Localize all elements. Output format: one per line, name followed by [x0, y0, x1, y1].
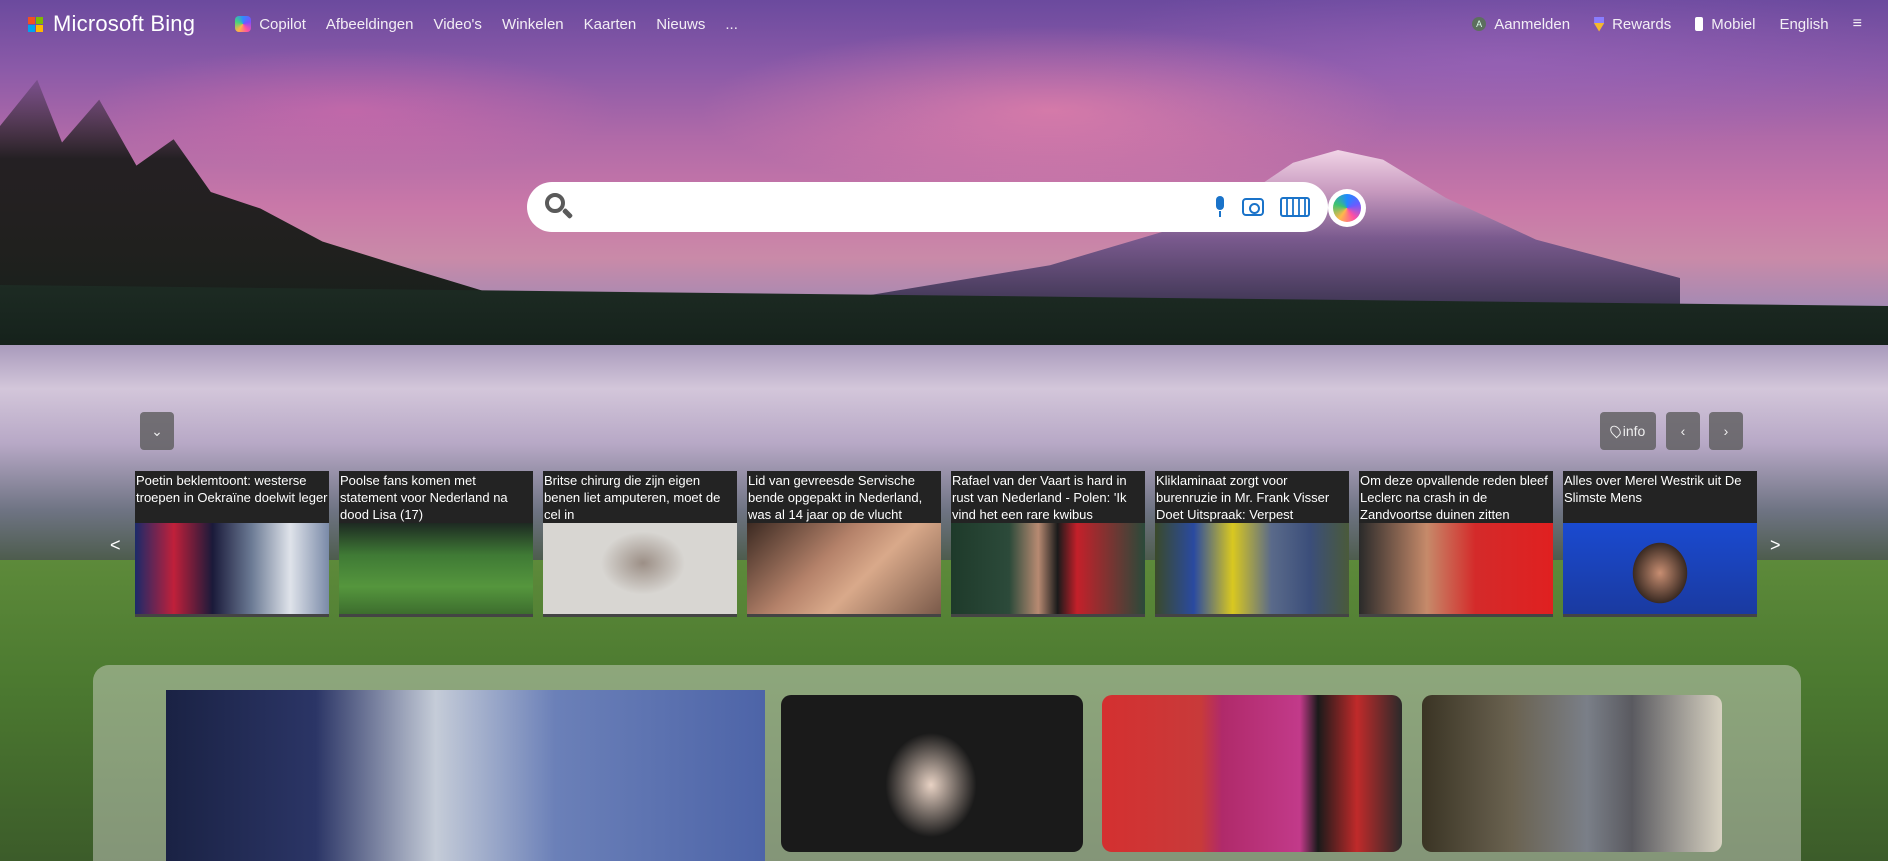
rewards-button[interactable]: Rewards: [1594, 16, 1671, 33]
carousel-prev-button[interactable]: <: [110, 535, 121, 556]
microsoft-logo-icon: [28, 16, 43, 32]
hamburger-menu-icon: ≡: [1852, 15, 1862, 32]
nav-label: Winkelen: [501, 15, 564, 33]
mobile-button[interactable]: Mobiel: [1695, 16, 1755, 33]
previous-image-button[interactable]: ‹: [1666, 412, 1700, 450]
feed-hero-image[interactable]: [166, 690, 765, 861]
carousel-next-label: >: [1770, 535, 1781, 555]
carousel-next-button[interactable]: >: [1770, 535, 1781, 556]
news-thumbnail: [1155, 523, 1349, 614]
nav-label: Copilot: [259, 15, 306, 33]
location-pin-icon: [1607, 423, 1623, 439]
nav-copilot[interactable]: Copilot: [235, 16, 306, 33]
mobile-phone-icon: [1695, 17, 1704, 31]
keyboard-icon[interactable]: [1280, 197, 1310, 217]
nav-label: Afbeeldingen: [325, 15, 414, 33]
rewards-label: Rewards: [1612, 15, 1672, 33]
news-title: Om deze opvallende reden bleef Leclerc n…: [1360, 473, 1548, 522]
news-card[interactable]: Alles over Merel Westrik uit De Slimste …: [1563, 471, 1757, 617]
news-card[interactable]: Rafael van der Vaart is hard in rust van…: [951, 471, 1145, 617]
top-header: Microsoft Bing Copilot Afbeeldingen Vide…: [0, 0, 1888, 48]
carousel-prev-label: <: [110, 535, 121, 555]
news-card[interactable]: Britse chirurg die zijn eigen benen liet…: [543, 471, 737, 617]
news-thumbnail: [543, 523, 737, 614]
nav-maps[interactable]: Kaarten: [584, 16, 637, 33]
news-thumbnail: [747, 523, 941, 614]
news-thumbnail: [1563, 523, 1757, 614]
chevron-right-icon: ›: [1723, 423, 1729, 439]
signin-label: Aanmelden: [1494, 15, 1571, 33]
menu-button[interactable]: ≡: [1853, 15, 1862, 33]
feed-card-image[interactable]: [781, 695, 1083, 852]
language-label: English: [1779, 15, 1829, 33]
user-avatar-icon: A: [1472, 17, 1487, 31]
copilot-icon: [235, 16, 252, 32]
brand-name: Microsoft Bing: [53, 11, 196, 36]
right-nav: A Aanmelden Rewards Mobiel English ≡: [1472, 15, 1862, 33]
signin-button[interactable]: A Aanmelden: [1472, 16, 1570, 33]
chevron-down-icon: ⌄: [151, 422, 163, 439]
news-title: Poolse fans komen met statement voor Ned…: [340, 473, 508, 522]
chevron-left-icon: ‹: [1680, 423, 1686, 439]
collapse-feed-button[interactable]: ⌄: [140, 412, 174, 450]
news-card[interactable]: Poetin beklemtoont: westerse troepen in …: [135, 471, 329, 617]
nav-images[interactable]: Afbeeldingen: [326, 16, 414, 33]
nav-label: ...: [725, 15, 738, 33]
news-card[interactable]: Kliklaminaat zorgt voor burenruzie in Mr…: [1155, 471, 1349, 617]
search-icon[interactable]: [541, 190, 575, 224]
search-bar: [527, 182, 1328, 232]
image-info-button[interactable]: info: [1600, 412, 1656, 450]
main-nav: Copilot Afbeeldingen Video's Winkelen Ka…: [235, 16, 738, 33]
news-title: Poetin beklemtoont: westerse troepen in …: [136, 473, 328, 505]
news-title: Rafael van der Vaart is hard in rust van…: [952, 473, 1127, 522]
language-button[interactable]: English: [1779, 16, 1828, 33]
news-card[interactable]: Om deze opvallende reden bleef Leclerc n…: [1359, 471, 1553, 617]
news-thumbnail: [135, 523, 329, 614]
news-title: Lid van gevreesde Servische bende opgepa…: [748, 473, 923, 522]
feed-card-image[interactable]: [1102, 695, 1402, 852]
copilot-logo-icon: [1333, 194, 1361, 222]
news-card[interactable]: Lid van gevreesde Servische bende opgepa…: [747, 471, 941, 617]
rewards-medal-icon: [1594, 16, 1605, 32]
nav-label: Kaarten: [583, 15, 637, 33]
nav-label: Nieuws: [656, 15, 706, 33]
next-image-button[interactable]: ›: [1709, 412, 1743, 450]
nav-shopping[interactable]: Winkelen: [502, 16, 564, 33]
nav-label: Video's: [433, 15, 482, 33]
bing-logo-link[interactable]: Microsoft Bing: [28, 11, 195, 37]
nav-videos[interactable]: Video's: [433, 16, 481, 33]
mobile-label: Mobiel: [1711, 15, 1756, 33]
search-input[interactable]: [575, 182, 1214, 232]
microphone-icon[interactable]: [1214, 196, 1226, 218]
feed-card-image[interactable]: [1422, 695, 1722, 852]
news-thumbnail: [1359, 523, 1553, 614]
news-title: Alles over Merel Westrik uit De Slimste …: [1564, 473, 1742, 505]
nav-news[interactable]: Nieuws: [656, 16, 705, 33]
news-thumbnail: [951, 523, 1145, 614]
visual-search-camera-icon[interactable]: [1242, 198, 1264, 216]
news-card[interactable]: Poolse fans komen met statement voor Ned…: [339, 471, 533, 617]
news-carousel: Poetin beklemtoont: westerse troepen in …: [135, 471, 1757, 617]
copilot-button[interactable]: [1328, 189, 1366, 227]
info-label: info: [1622, 423, 1646, 439]
news-thumbnail: [339, 523, 533, 614]
search-tools: [1214, 196, 1310, 218]
news-title: Britse chirurg die zijn eigen benen liet…: [544, 473, 721, 522]
news-title: Kliklaminaat zorgt voor burenruzie in Mr…: [1156, 473, 1330, 522]
nav-more[interactable]: ...: [725, 16, 738, 33]
